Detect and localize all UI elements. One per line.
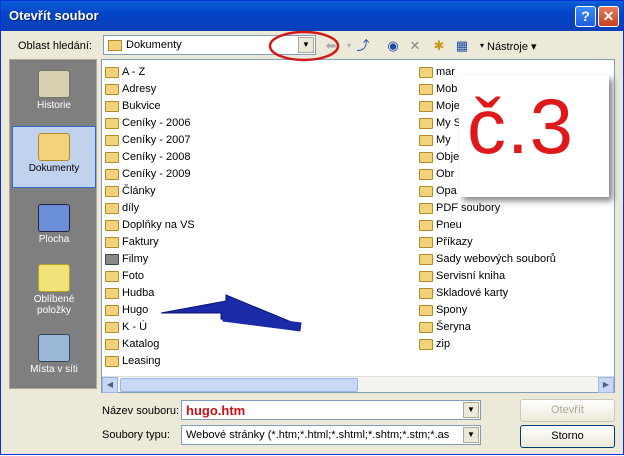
annotation-arrow [160, 294, 302, 332]
annotation-overlay [160, 30, 340, 332]
highlight-ellipse [268, 30, 340, 62]
open-file-dialog: Otevřít soubor ? ✕ Oblast hledání: Dokum… [0, 0, 624, 455]
